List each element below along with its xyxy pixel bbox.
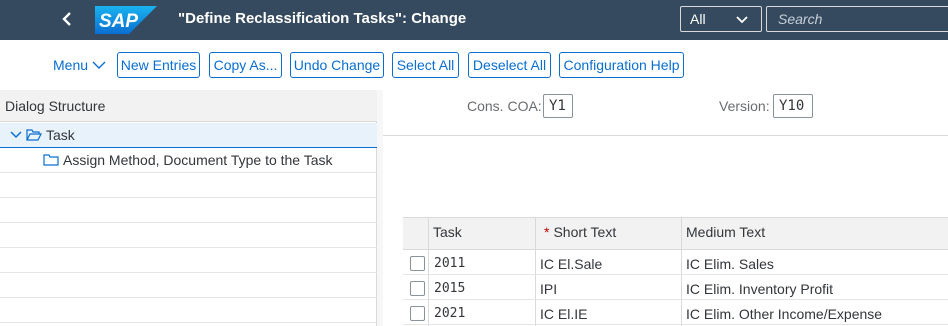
column-header-short-text[interactable]: * Short Text [544,224,616,240]
page-title: "Define Reclassification Tasks": Change [178,10,467,27]
medium-text-cell[interactable]: IC Elim. Inventory Profit [686,281,833,297]
back-arrow-icon [62,12,71,26]
new-entries-button[interactable]: New Entries [117,52,200,78]
medium-text-cell[interactable]: IC Elim. Other Income/Expense [686,306,882,322]
row-select-checkbox[interactable] [410,256,425,271]
search-placeholder: Search [778,11,823,27]
short-text-cell[interactable]: IC El.Sale [540,256,602,272]
configuration-help-button[interactable]: Configuration Help [559,52,684,78]
table-row [403,275,948,300]
row-select-checkbox[interactable] [410,281,425,296]
short-text-cell[interactable]: IC El.IE [540,306,587,322]
required-marker: * [544,224,550,240]
task-cell[interactable]: 2021 [434,306,465,321]
tree-node-task[interactable]: Task [10,127,75,143]
chevron-down-icon[interactable] [10,129,22,141]
undo-change-button[interactable]: Undo Change [290,52,384,78]
table-row [403,250,948,275]
menu-label: Menu [53,57,89,73]
tree-row-empty [0,248,377,273]
version-field[interactable]: Y10 [773,94,813,118]
search-scope-value: All [690,11,706,27]
tree-row-empty [0,173,377,198]
table-header [403,217,948,250]
short-text-cell[interactable]: IPI [540,281,557,297]
back-button[interactable] [52,4,82,34]
tree-row-empty [0,198,377,223]
column-header-label: Short Text [553,224,617,240]
panel-splitter[interactable] [377,90,383,326]
search-scope-select[interactable]: All [680,6,762,32]
open-folder-icon [26,129,42,141]
tree-node-label: Assign Method, Document Type to the Task [63,152,333,168]
row-select-checkbox[interactable] [410,306,425,321]
cons-coa-label: Cons. COA: [467,98,542,114]
medium-text-cell[interactable]: IC Elim. Sales [686,256,774,272]
cons-coa-field[interactable]: Y1 [543,94,573,118]
tree-node-assign-method[interactable]: Assign Method, Document Type to the Task [43,152,333,168]
column-header-task[interactable]: Task [433,224,462,240]
sap-logo[interactable]: SAP [95,6,157,34]
tree-row-empty [0,223,377,248]
chevron-down-icon [736,16,748,24]
copy-as-button[interactable]: Copy As... [209,52,282,78]
dialog-structure-title: Dialog Structure [5,98,106,114]
task-cell[interactable]: 2011 [434,256,465,271]
tree-node-label: Task [46,127,75,143]
tree-row-empty [0,273,377,298]
menu-button[interactable]: Menu [53,57,106,73]
column-header-medium-text[interactable]: Medium Text [686,224,765,240]
chevron-down-icon [92,61,106,69]
tree-row-empty [0,298,377,323]
select-all-button[interactable]: Select All [392,52,459,78]
divider [383,135,948,136]
folder-icon [43,154,59,166]
deselect-all-button[interactable]: Deselect All [468,52,551,78]
sap-logo-text: SAP [99,11,138,32]
version-label: Version: [719,98,770,114]
search-input[interactable]: Search [766,6,948,32]
task-cell[interactable]: 2015 [434,281,465,296]
